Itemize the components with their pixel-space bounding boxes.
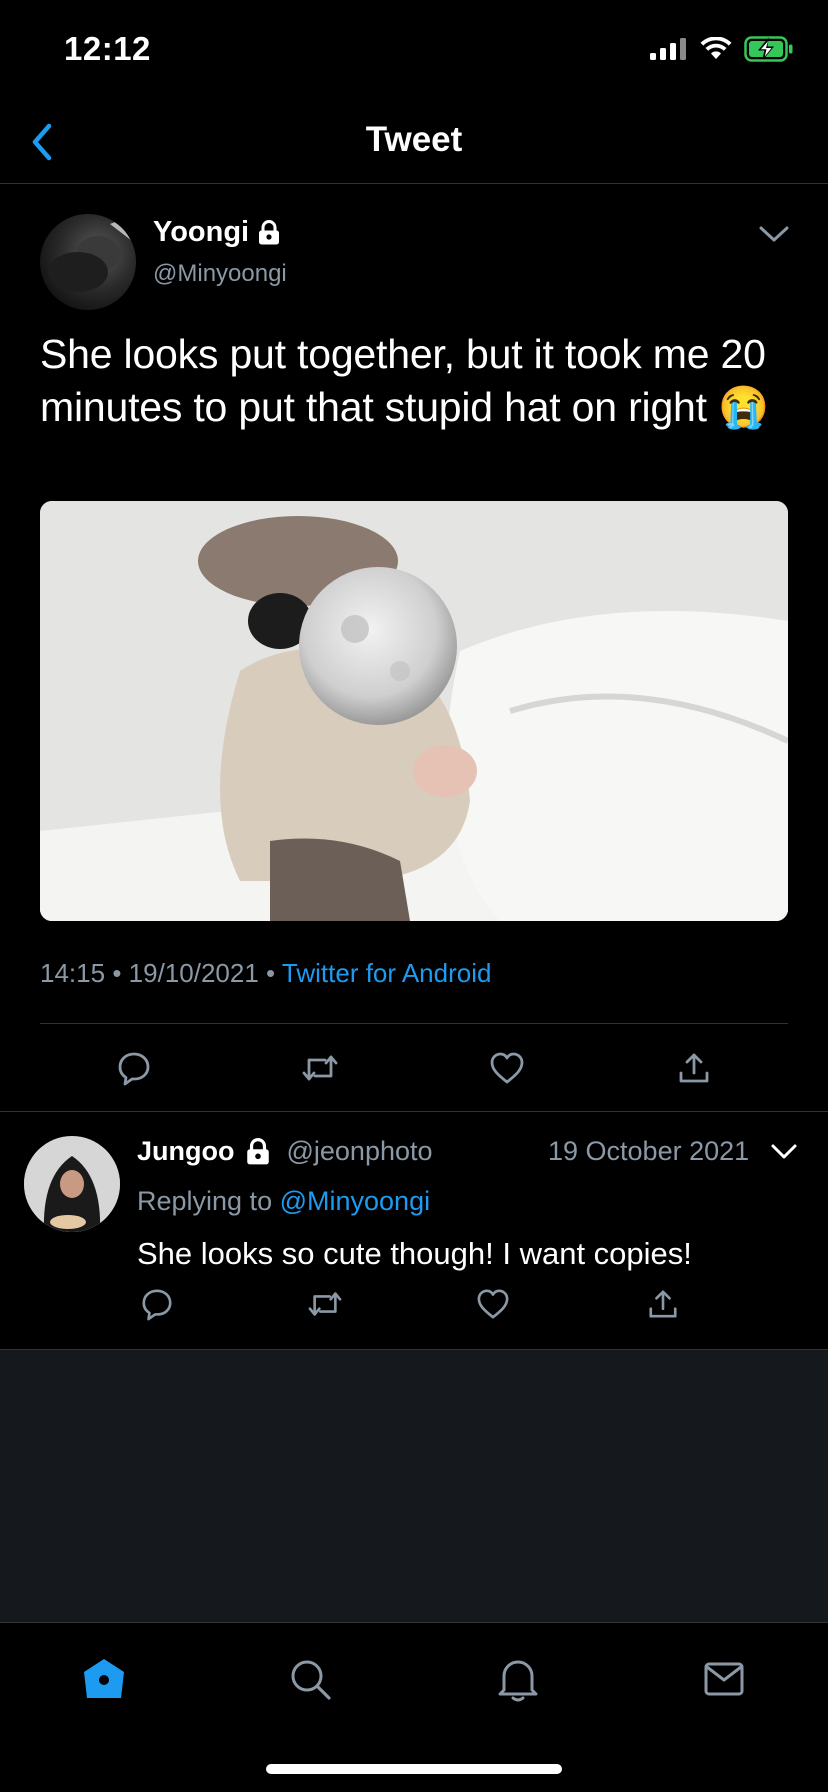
avatar-photo (48, 214, 136, 292)
reply-actions (0, 1280, 828, 1340)
tweet-meta: 14:15 • 19/10/2021 • Twitter for Android (40, 958, 491, 989)
tab-home[interactable] (76, 1651, 132, 1707)
bell-icon (498, 1660, 538, 1702)
tab-messages[interactable] (696, 1651, 752, 1707)
chevron-down-icon (771, 1144, 797, 1159)
retweet-button[interactable] (305, 1284, 345, 1324)
tweet-time: 14:15 (40, 958, 106, 988)
wifi-icon (700, 37, 732, 59)
photo-child-in-beret (40, 501, 788, 921)
like-button[interactable] (473, 1284, 513, 1324)
tweet-date: 19/10/2021 (128, 958, 259, 988)
retweet-icon (308, 1292, 342, 1316)
home-indicator (266, 1764, 562, 1774)
tweet-text: She looks put together, but it took me 2… (40, 331, 769, 430)
tweet-header: Tweet (0, 100, 828, 184)
status-time: 12:12 (64, 30, 151, 67)
reply-display-name[interactable]: Jungoo (137, 1136, 234, 1167)
share-button[interactable] (643, 1284, 683, 1324)
search-icon (291, 1660, 331, 1700)
tab-notifications[interactable] (490, 1651, 546, 1707)
main-tweet: Yoongi @Minyoongi She looks put together… (0, 184, 828, 1112)
meta-separator: • (266, 958, 276, 988)
reply-handle[interactable]: @jeonphoto (286, 1136, 432, 1167)
retweet-icon (302, 1055, 338, 1081)
share-button[interactable] (672, 1046, 716, 1090)
author-name-row: Yoongi (153, 216, 281, 249)
reply-date: 19 October 2021 (548, 1136, 750, 1166)
more-options-button[interactable] (754, 214, 794, 254)
reply-tweet[interactable]: Jungoo @jeonphoto 19 October 2021 Replyi… (0, 1112, 828, 1350)
lock-icon (259, 219, 280, 244)
tweet-actions (0, 1024, 828, 1112)
tweet-media-image[interactable] (40, 501, 788, 921)
avatar-photo (24, 1136, 120, 1232)
share-icon (679, 1053, 709, 1083)
tab-search[interactable] (282, 1651, 338, 1707)
retweet-button[interactable] (298, 1046, 342, 1090)
avatar[interactable] (24, 1136, 120, 1232)
like-button[interactable] (485, 1046, 529, 1090)
meta-separator: • (112, 958, 122, 988)
battery-charging-icon (744, 36, 793, 62)
comment-icon (142, 1289, 172, 1321)
home-icon (84, 1659, 124, 1698)
chevron-down-icon (759, 226, 789, 242)
avatar[interactable] (40, 214, 136, 310)
cellular-signal-icon (650, 38, 686, 60)
heart-icon (477, 1289, 509, 1319)
empty-thread-area (0, 1350, 828, 1622)
status-icons (650, 36, 794, 62)
page-title: Tweet (365, 120, 463, 159)
reply-button[interactable] (137, 1284, 177, 1324)
replying-to: Replying to @Minyoongi (137, 1186, 430, 1217)
author-display-name[interactable]: Yoongi (153, 216, 249, 249)
reply-text: She looks so cute though! I want copies! (137, 1236, 692, 1271)
replying-to-mention[interactable]: @Minyoongi (280, 1186, 430, 1216)
lock-icon (247, 1137, 270, 1164)
author-handle[interactable]: @Minyoongi (153, 260, 287, 288)
share-icon (649, 1290, 677, 1318)
tweet-source-link[interactable]: Twitter for Android (282, 958, 492, 988)
reply-button[interactable] (112, 1046, 156, 1090)
status-bar: 12:12 (0, 0, 828, 100)
comment-icon (118, 1052, 150, 1086)
reply-more-options-button[interactable] (768, 1136, 800, 1168)
reply-author-row: Jungoo @jeonphoto (137, 1136, 433, 1167)
heart-icon (490, 1052, 524, 1084)
mail-icon (704, 1662, 744, 1696)
replying-to-prefix: Replying to (137, 1186, 273, 1216)
